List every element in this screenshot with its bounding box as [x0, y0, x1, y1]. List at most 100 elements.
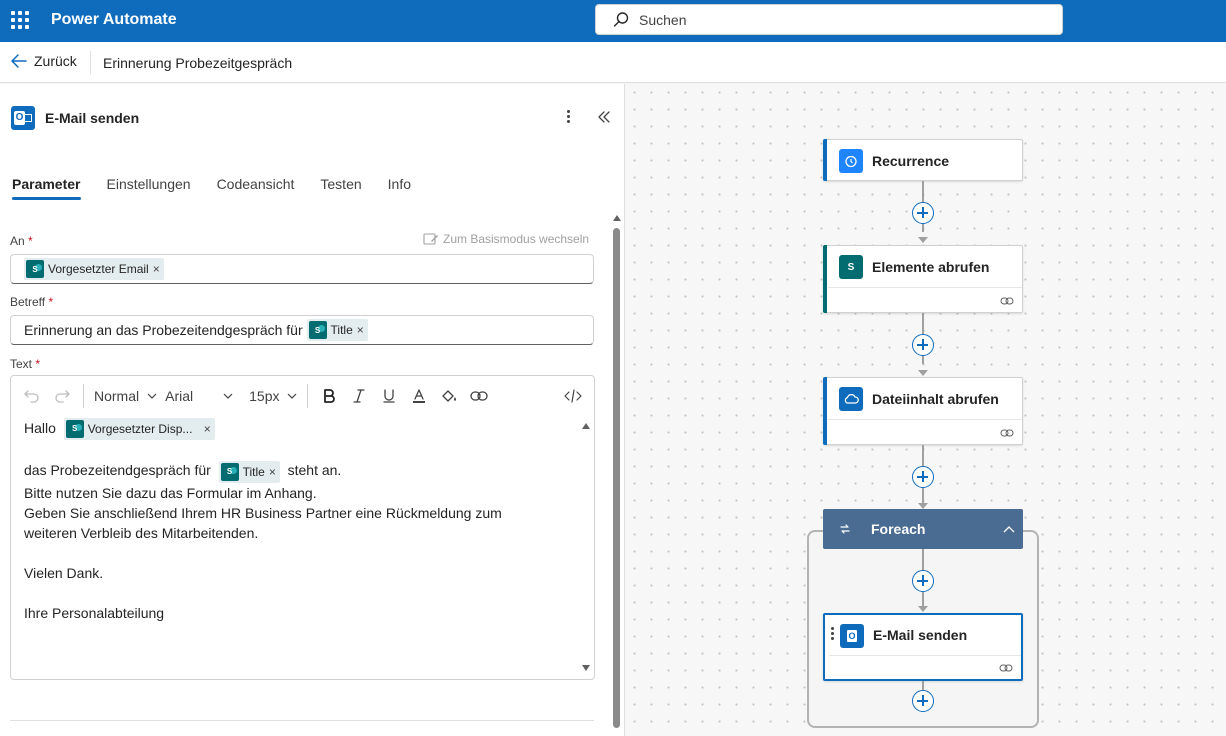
code-icon: [564, 389, 582, 403]
loop-icon: [840, 524, 850, 534]
sharepoint-icon: S: [26, 260, 44, 278]
body-line: Bitte nutzen Sie dazu das Formular im An…: [24, 484, 317, 501]
add-step-button[interactable]: [912, 690, 934, 712]
remove-token-icon[interactable]: ×: [204, 419, 211, 439]
body-line: das Probezeitendgespräch für S Title × s…: [24, 460, 564, 483]
node-footer: [828, 287, 1022, 288]
tab-codeansicht[interactable]: Codeansicht: [217, 176, 295, 200]
sharepoint-icon: S: [65, 420, 84, 439]
body-field-label: Text *: [10, 357, 40, 371]
onedrive-cloud-icon: [839, 387, 863, 411]
dynamic-token[interactable]: S Vorgesetzter Email ×: [24, 258, 164, 280]
back-button[interactable]: Zurück: [10, 53, 77, 69]
bold-button[interactable]: [314, 381, 344, 411]
tab-testen[interactable]: Testen: [320, 176, 361, 200]
toolbar-divider: [307, 384, 309, 408]
arrow-icon: [918, 370, 928, 376]
remove-token-icon[interactable]: ×: [357, 323, 364, 337]
add-step-button[interactable]: [912, 570, 934, 592]
remove-token-icon[interactable]: ×: [153, 262, 160, 276]
tab-einstellungen[interactable]: Einstellungen: [107, 176, 191, 200]
arrow-left-icon: [11, 54, 27, 68]
font-family-select[interactable]: Arial: [161, 388, 237, 404]
body-text: steht an.: [287, 462, 342, 479]
tab-parameter[interactable]: Parameter: [12, 176, 81, 200]
scroll-down-icon[interactable]: [581, 664, 591, 672]
link-icon[interactable]: [999, 663, 1013, 673]
scroll-up-icon[interactable]: [581, 422, 591, 430]
add-step-button[interactable]: [912, 466, 934, 488]
body-line: Vielen Dank.: [24, 564, 104, 581]
dynamic-token[interactable]: S Title ×: [306, 319, 368, 341]
link-icon[interactable]: [1000, 296, 1014, 306]
collapse-panel-icon[interactable]: [596, 109, 612, 125]
required-mark: *: [28, 234, 33, 248]
node-recurrence[interactable]: Recurrence: [823, 139, 1023, 181]
search-icon: [613, 12, 629, 27]
app-title[interactable]: Power Automate: [51, 11, 177, 29]
subject-field[interactable]: Erinnerung an das Probezeitendgespräch f…: [10, 315, 594, 345]
remove-token-icon[interactable]: ×: [269, 462, 276, 482]
editor-content[interactable]: Hallo S Vorgesetzter Disp... × das Probe…: [24, 418, 564, 623]
link-icon: [470, 391, 489, 401]
body-text: das Probezeitendgespräch für: [24, 462, 211, 479]
node-title: Elemente abrufen: [872, 259, 990, 275]
node-foreach[interactable]: Foreach: [823, 509, 1023, 549]
add-step-button[interactable]: [912, 202, 934, 224]
font-size-select[interactable]: 15px: [245, 388, 301, 404]
insert-link-button[interactable]: [464, 381, 494, 411]
subject-field-label: Betreff *: [10, 295, 53, 309]
tab-info[interactable]: Info: [388, 176, 411, 200]
font-family-value: Arial: [165, 388, 194, 404]
node-elemente-abrufen[interactable]: S Elemente abrufen: [823, 245, 1023, 313]
node-email-senden[interactable]: O E-Mail senden: [823, 613, 1023, 681]
more-options-icon[interactable]: [560, 108, 576, 128]
divider: [90, 51, 91, 74]
bold-icon: [324, 389, 336, 403]
panel-title: E-Mail senden: [45, 110, 140, 126]
sharepoint-icon: S: [220, 462, 239, 481]
editor-scrollbar[interactable]: [581, 422, 591, 672]
to-field[interactable]: S Vorgesetzter Email ×: [10, 254, 594, 284]
node-dateiinhalt-abrufen[interactable]: Dateiinhalt abrufen: [823, 377, 1023, 445]
panel-scrollbar[interactable]: [611, 214, 621, 734]
chevron-down-icon: [147, 393, 157, 399]
link-icon[interactable]: [1000, 428, 1014, 438]
italic-button[interactable]: [344, 381, 374, 411]
token-label: Title: [242, 464, 265, 479]
add-step-button[interactable]: [912, 334, 934, 356]
underline-button[interactable]: [374, 381, 404, 411]
highlight-button[interactable]: [434, 381, 464, 411]
undo-button[interactable]: [17, 381, 47, 411]
sharepoint-icon: S: [839, 255, 863, 279]
dynamic-token[interactable]: S Title ×: [218, 460, 280, 483]
node-accent: [823, 377, 827, 445]
node-footer: [829, 655, 1021, 656]
sharepoint-icon: S: [308, 321, 327, 339]
empty-line: [24, 543, 564, 563]
node-footer: [828, 419, 1022, 420]
dynamic-token[interactable]: S Vorgesetzter Disp... ×: [63, 418, 215, 441]
node-title: Dateiinhalt abrufen: [872, 391, 999, 407]
redo-button[interactable]: [47, 381, 77, 411]
token-label: Vorgesetzter Disp...: [87, 422, 193, 437]
outlook-icon: O: [11, 106, 35, 130]
drag-handle-icon[interactable]: [831, 627, 835, 641]
paragraph-format-value: Normal: [94, 388, 140, 404]
paragraph-format-select[interactable]: Normal: [90, 388, 161, 404]
search-box[interactable]: [595, 4, 1063, 35]
code-view-button[interactable]: [558, 381, 588, 411]
connector: [922, 681, 924, 690]
scrollbar-thumb[interactable]: [613, 228, 620, 728]
search-input[interactable]: [639, 10, 1039, 30]
scroll-up-icon[interactable]: [612, 214, 622, 222]
chevron-up-icon[interactable]: [1003, 525, 1015, 533]
app-launcher-icon[interactable]: [11, 11, 29, 29]
to-label-text: An: [10, 234, 25, 248]
flow-canvas[interactable]: Recurrence S Elemente abrufen Dateiinhal…: [626, 84, 1226, 736]
action-details-panel: O E-Mail senden Parameter Einstellungen …: [0, 84, 625, 736]
font-size-value: 15px: [249, 388, 280, 404]
font-color-button[interactable]: [404, 381, 434, 411]
switch-basic-mode-button[interactable]: Zum Basismodus wechseln: [423, 232, 589, 246]
arrow-icon: [918, 237, 928, 243]
